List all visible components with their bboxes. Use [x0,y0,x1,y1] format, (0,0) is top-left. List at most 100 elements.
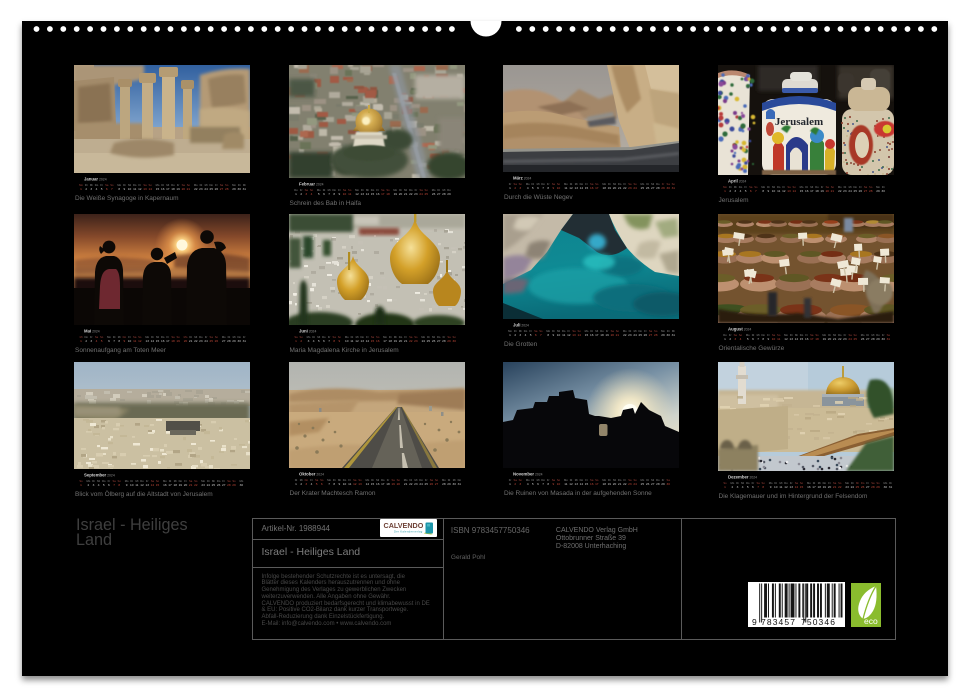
svg-text:7: 7 [542,186,544,190]
svg-text:11: 11 [562,333,565,337]
svg-text:20: 20 [613,186,617,190]
svg-text:22: 22 [623,186,627,190]
svg-text:11: 11 [350,339,353,343]
svg-text:10: 10 [344,339,348,343]
svg-text:11: 11 [779,485,782,489]
svg-text:5: 5 [101,339,103,343]
svg-text:17: 17 [810,189,814,193]
svg-text:19: 19 [393,339,397,343]
svg-text:15: 15 [799,485,803,489]
svg-text:2: 2 [514,333,516,337]
svg-text:10: 10 [342,482,346,486]
svg-text:25: 25 [209,187,213,191]
svg-text:27: 27 [220,187,224,191]
svg-text:5: 5 [317,339,319,343]
svg-text:5: 5 [746,337,748,341]
svg-text:26: 26 [644,333,648,337]
svg-text:4: 4 [525,333,527,337]
svg-text:10: 10 [128,187,132,191]
svg-text:30: 30 [452,339,456,343]
svg-text:1: 1 [724,485,726,489]
svg-text:30: 30 [240,483,244,487]
svg-text:17: 17 [166,339,170,343]
svg-text:9: 9 [338,482,340,486]
svg-text:4: 4 [527,186,529,190]
svg-text:9: 9 [769,485,771,489]
svg-text:23: 23 [843,189,847,193]
svg-text:14: 14 [365,339,369,343]
svg-text:16: 16 [807,485,811,489]
svg-text:25: 25 [855,485,859,489]
svg-text:13: 13 [358,482,362,486]
svg-text:2: 2 [731,485,733,489]
svg-text:1: 1 [724,337,726,341]
svg-text:15: 15 [156,187,160,191]
svg-text:12: 12 [569,482,573,486]
svg-text:19: 19 [176,339,180,343]
svg-text:20: 20 [184,339,188,343]
svg-text:22: 22 [409,339,413,343]
svg-text:12: 12 [138,187,142,191]
svg-text:24: 24 [419,192,423,196]
svg-text:30: 30 [237,339,241,343]
svg-text:25: 25 [424,192,428,196]
svg-text:3: 3 [734,337,736,341]
svg-text:24: 24 [207,483,211,487]
svg-text:24: 24 [421,339,425,343]
svg-text:16: 16 [161,339,165,343]
svg-text:6: 6 [320,482,322,486]
svg-text:6: 6 [537,482,539,486]
svg-text:16: 16 [375,339,379,343]
svg-text:19: 19 [605,333,609,337]
svg-text:8: 8 [547,186,549,190]
svg-text:10: 10 [128,339,132,343]
svg-text:18: 18 [815,189,819,193]
svg-text:4: 4 [739,337,741,341]
svg-text:21: 21 [189,339,193,343]
svg-text:22: 22 [409,192,413,196]
svg-text:3: 3 [734,189,736,193]
svg-text:26: 26 [215,187,219,191]
svg-text:12: 12 [355,192,359,196]
svg-text:7: 7 [328,482,330,486]
svg-text:12: 12 [353,482,357,486]
svg-text:11: 11 [348,482,351,486]
svg-text:28: 28 [225,187,229,191]
svg-text:9: 9 [338,192,340,196]
svg-text:3: 3 [90,339,92,343]
svg-text:6: 6 [323,192,325,196]
svg-text:18: 18 [173,483,177,487]
svg-text:31: 31 [672,333,676,337]
svg-text:7: 7 [542,482,544,486]
svg-text:18: 18 [171,339,175,343]
svg-text:18: 18 [386,192,390,196]
svg-text:20: 20 [184,483,188,487]
svg-text:27: 27 [651,482,655,486]
svg-text:11: 11 [135,483,138,487]
svg-text:5: 5 [532,186,534,190]
svg-text:16: 16 [163,483,167,487]
svg-text:21: 21 [616,333,620,337]
svg-text:31: 31 [672,186,676,190]
svg-text:9: 9 [767,189,769,193]
svg-text:25: 25 [424,482,428,486]
svg-text:13: 13 [574,186,578,190]
svg-text:7: 7 [111,187,113,191]
svg-text:eco: eco [864,616,878,626]
svg-text:31: 31 [243,339,247,343]
svg-text:9: 9 [124,187,126,191]
svg-text:29: 29 [876,337,880,341]
svg-text:8: 8 [333,482,335,486]
svg-text:20: 20 [827,485,831,489]
svg-text:1: 1 [295,192,297,196]
svg-text:26: 26 [431,192,435,196]
svg-text:25: 25 [853,189,857,193]
svg-text:23: 23 [199,187,203,191]
svg-text:4: 4 [310,192,312,196]
svg-text:6: 6 [108,483,110,487]
svg-text:18: 18 [600,333,604,337]
svg-text:16: 16 [375,482,379,486]
svg-text:4: 4 [741,485,743,489]
svg-text:3: 3 [305,192,307,196]
svg-text:2: 2 [729,189,731,193]
